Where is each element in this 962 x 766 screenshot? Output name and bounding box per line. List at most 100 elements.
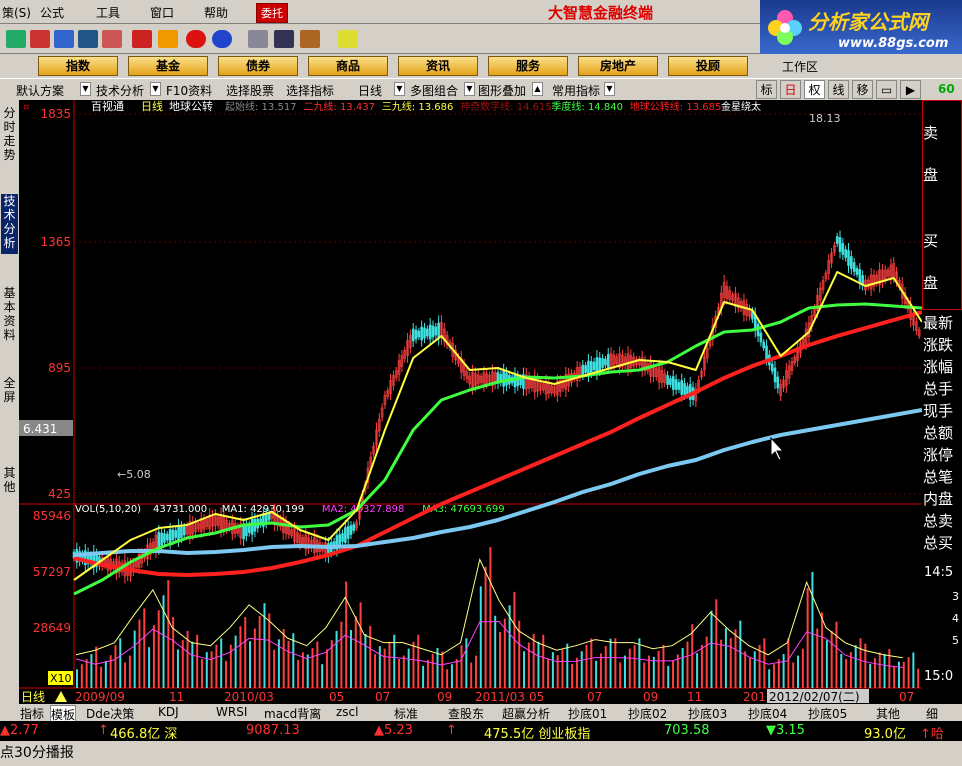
- f10-button[interactable]: F10资料: [166, 82, 212, 99]
- unit-label: X10: [50, 672, 72, 685]
- mark-button[interactable]: 标: [756, 80, 777, 99]
- news-icon[interactable]: [102, 30, 122, 48]
- menu-formula[interactable]: 公式: [40, 4, 64, 21]
- d-red-icon[interactable]: [186, 30, 206, 48]
- volume-bar: [599, 653, 602, 688]
- workarea-label[interactable]: 工作区: [782, 58, 818, 75]
- nav-fund-button[interactable]: 基金: [128, 56, 208, 76]
- bottom-tab[interactable]: macd背离: [264, 705, 321, 722]
- volume-bar: [551, 652, 554, 688]
- day-button[interactable]: 日: [780, 80, 801, 99]
- volume-bar: [825, 640, 828, 688]
- monitor-icon[interactable]: [6, 30, 26, 48]
- dropdown-arrow-icon[interactable]: ▼: [464, 82, 475, 96]
- overlay-button[interactable]: 图形叠加: [478, 82, 526, 99]
- bottom-tab[interactable]: 抄底01: [568, 705, 607, 722]
- menu-window[interactable]: 窗口: [150, 4, 174, 21]
- alert-icon[interactable]: [132, 30, 152, 48]
- window-icon[interactable]: [274, 30, 294, 48]
- ticker-item: ↑: [446, 723, 457, 738]
- bottom-tab[interactable]: 细: [926, 705, 938, 722]
- candle-body: [835, 236, 839, 244]
- nav-index-button[interactable]: 指数: [38, 56, 118, 76]
- help-cursor-icon[interactable]: [338, 30, 358, 48]
- tab-fundamentals[interactable]: 基本资料: [1, 286, 18, 346]
- multi-chart-button[interactable]: 多图组合: [410, 82, 458, 99]
- bottom-tab[interactable]: zscl: [336, 705, 358, 719]
- nav-advisor-button[interactable]: 投顾: [668, 56, 748, 76]
- volume-bar: [335, 630, 338, 688]
- buy-disk-label: 盘: [923, 274, 939, 292]
- vol-tick-label: 57297: [33, 565, 71, 579]
- lock-icon[interactable]: ▲: [532, 82, 543, 96]
- nav-service-button[interactable]: 服务: [488, 56, 568, 76]
- bottom-tab[interactable]: 抄底03: [688, 705, 727, 722]
- diamond-icon[interactable]: [158, 30, 178, 48]
- daily-line-button[interactable]: 日线: [358, 82, 382, 99]
- tab-intraday[interactable]: 分时走势: [1, 106, 18, 166]
- bottom-tab[interactable]: 抄底04: [748, 705, 787, 722]
- nav-news-button[interactable]: 资讯: [398, 56, 478, 76]
- time-label: 3: [952, 590, 959, 603]
- chart-icon[interactable]: [30, 30, 50, 48]
- entrust-button[interactable]: 委托: [256, 3, 288, 23]
- bottom-tab[interactable]: 查股东: [448, 705, 484, 722]
- tech-analysis-button[interactable]: 技术分析: [96, 82, 144, 99]
- books-icon[interactable]: [300, 30, 320, 48]
- candle-body: [426, 328, 429, 337]
- bottom-tab[interactable]: WRSI: [216, 705, 247, 719]
- common-indicator-button[interactable]: 常用指标: [552, 82, 600, 99]
- nav-realestate-button[interactable]: 房地产: [578, 56, 658, 76]
- candle-body: [669, 378, 672, 385]
- rights-button[interactable]: 权: [804, 80, 825, 99]
- quote-stat-label: 现手: [923, 402, 954, 420]
- dropdown-arrow-icon[interactable]: ▼: [80, 82, 91, 96]
- dropdown-arrow-icon[interactable]: ▼: [394, 82, 405, 96]
- stock-chart[interactable]: ¤ 百视通 日线 地球公转 起始线: 13.517 二九线: 13.437 三九线: 13.…: [19, 100, 922, 704]
- volume-bar: [705, 636, 708, 688]
- default-plan-button[interactable]: 默认方案: [16, 82, 64, 99]
- binoculars-icon[interactable]: [78, 30, 98, 48]
- menu-tools[interactable]: 工具: [96, 4, 120, 21]
- calc-icon[interactable]: [248, 30, 268, 48]
- bottom-tab[interactable]: 指标: [20, 705, 44, 722]
- volume-bar: [869, 663, 872, 688]
- grid-icon[interactable]: [54, 30, 74, 48]
- candle-body: [606, 354, 610, 368]
- tab-technical[interactable]: 技术分析: [1, 194, 18, 254]
- bottom-tab[interactable]: 标准: [394, 705, 418, 722]
- panel-left-icon[interactable]: ▭: [876, 80, 897, 99]
- menu-help[interactable]: 帮助: [204, 4, 228, 21]
- d-blue-icon[interactable]: [212, 30, 232, 48]
- nav-commodity-button[interactable]: 商品: [308, 56, 388, 76]
- select-stock-button[interactable]: 选择股票: [226, 82, 274, 99]
- tab-other[interactable]: 其他: [1, 466, 18, 498]
- bottom-tab[interactable]: Dde决策: [86, 705, 134, 722]
- candle-body: [245, 524, 248, 537]
- panel-right-icon[interactable]: ▶: [900, 80, 921, 99]
- bottom-tab[interactable]: KDJ: [158, 705, 179, 719]
- tab-fullscreen[interactable]: 全屏: [1, 376, 18, 408]
- nav-bond-button[interactable]: 债券: [218, 56, 298, 76]
- bottom-tab[interactable]: 超赢分析: [502, 705, 550, 722]
- candle-body: [165, 533, 169, 541]
- candle-body: [414, 329, 418, 340]
- candle-body: [674, 379, 678, 390]
- volume-bar: [523, 651, 526, 688]
- bottom-tab[interactable]: 抄底05: [808, 705, 847, 722]
- volume-bar: [835, 621, 838, 688]
- dropdown-arrow-icon[interactable]: ▼: [604, 82, 615, 96]
- status-text: 点30分播报: [0, 745, 74, 761]
- select-indicator-button[interactable]: 选择指标: [286, 82, 334, 99]
- dropdown-arrow-icon[interactable]: ▼: [150, 82, 161, 96]
- volume-bar: [873, 658, 876, 688]
- logo-main-text: 分析家公式网: [808, 10, 928, 34]
- bottom-tab[interactable]: 抄底02: [628, 705, 667, 722]
- volume-bar: [806, 588, 809, 688]
- move-button[interactable]: 移: [852, 80, 873, 99]
- line-button[interactable]: 线: [828, 80, 849, 99]
- bottom-tab[interactable]: 其他: [876, 705, 900, 722]
- menu-strategy[interactable]: 策(S): [2, 4, 31, 21]
- volume-bar: [667, 665, 670, 688]
- x-tick-label: 2010/03: [224, 690, 274, 704]
